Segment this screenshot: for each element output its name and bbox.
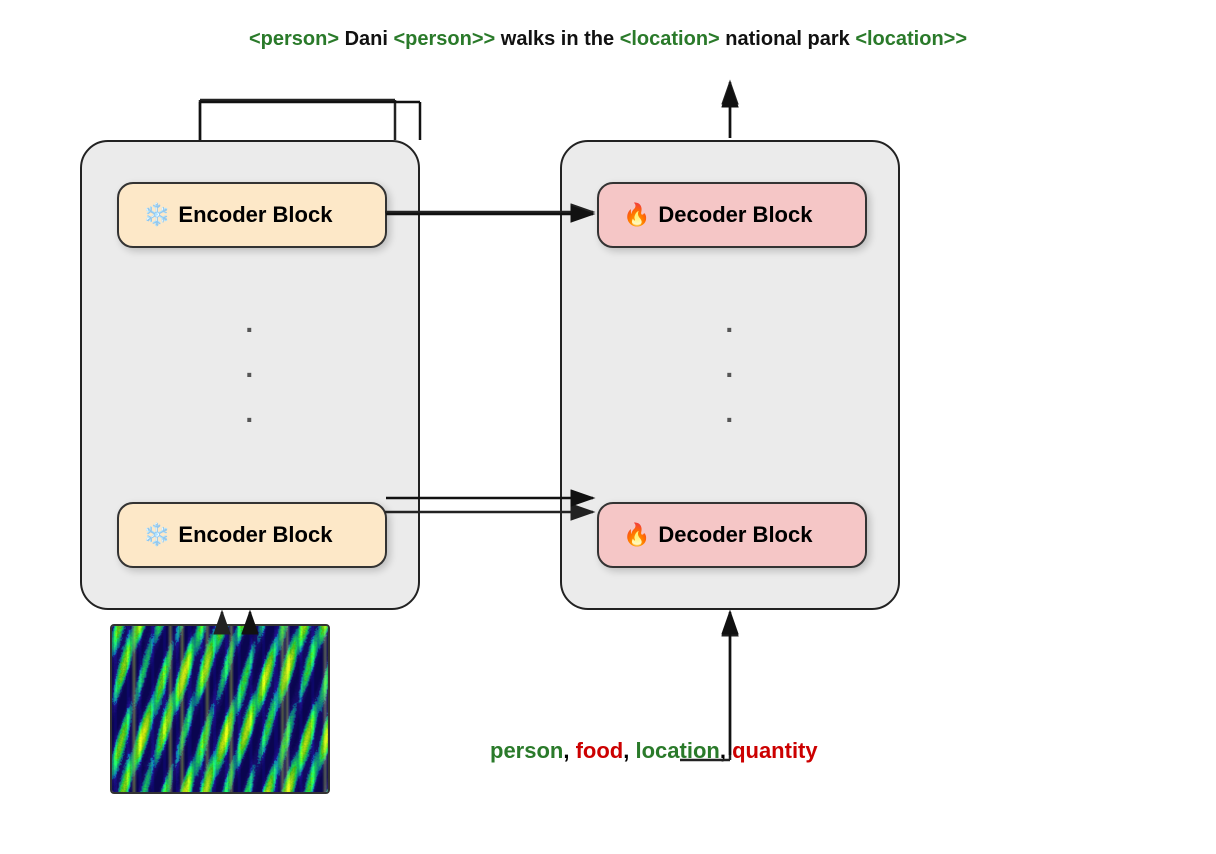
encoder-block-top: ❄️ Encoder Block — [117, 182, 387, 248]
comma-3: , — [720, 738, 732, 763]
decoder-block-bottom-label: Decoder Block — [658, 522, 812, 548]
comma-2: , — [623, 738, 635, 763]
entity-person: person — [490, 738, 563, 763]
decoder-block-top: 🔥 Decoder Block — [597, 182, 867, 248]
spectrogram — [110, 624, 330, 794]
entity-food: food — [576, 738, 624, 763]
output-close-location: <location>> — [855, 28, 967, 50]
encoder-block-bottom-label: Encoder Block — [178, 522, 332, 548]
encoder-block-top-label: Encoder Block — [178, 202, 332, 228]
decoder-container: 🔥 Decoder Block ··· 🔥 Decoder Block — [560, 140, 900, 610]
output-national-park: national park — [725, 28, 855, 50]
comma-1: , — [563, 738, 575, 763]
encoder-dots: ··· — [245, 308, 254, 442]
output-open-person: <person> — [249, 28, 339, 50]
output-dani: Dani — [345, 28, 394, 50]
output-open-location: <location> — [620, 28, 720, 50]
entity-location: location — [635, 738, 719, 763]
snowflake-icon-top: ❄️ — [143, 202, 170, 228]
output-text: <person> Dani <person>> walks in the <lo… — [249, 28, 967, 51]
snowflake-icon-bottom: ❄️ — [143, 522, 170, 548]
decoder-block-bottom: 🔥 Decoder Block — [597, 502, 867, 568]
decoder-dots: ··· — [725, 308, 734, 442]
fire-icon-bottom: 🔥 — [623, 522, 650, 548]
diagram: <person> Dani <person>> walks in the <lo… — [0, 0, 1216, 854]
fire-icon-top: 🔥 — [623, 202, 650, 228]
encoder-block-bottom: ❄️ Encoder Block — [117, 502, 387, 568]
output-close-person: <person>> — [393, 28, 495, 50]
decoder-block-top-label: Decoder Block — [658, 202, 812, 228]
spectrogram-canvas — [112, 626, 328, 792]
output-walks: walks in the — [501, 28, 620, 50]
encoder-container: ❄️ Encoder Block ··· ❄️ Encoder Block — [80, 140, 420, 610]
entity-quantity: quantity — [732, 738, 818, 763]
entity-tags: person, food, location, quantity — [490, 738, 818, 764]
